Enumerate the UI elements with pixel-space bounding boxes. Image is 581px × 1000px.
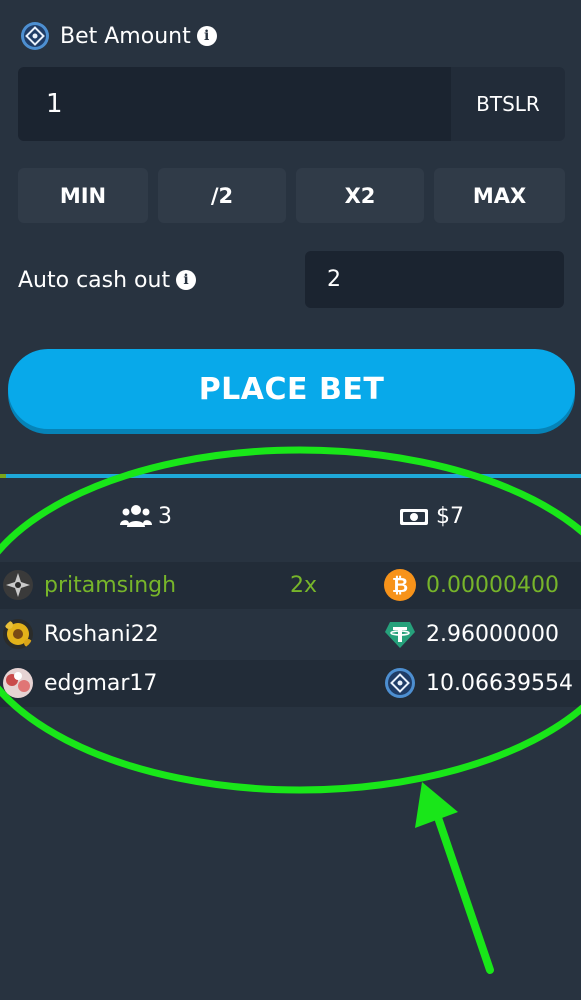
- avatar: [3, 668, 33, 698]
- btslr-icon: [385, 668, 415, 698]
- bet-amount-label-row: Bet Amount i: [20, 20, 217, 52]
- bet-row: edgmar17 10.06639554: [0, 660, 581, 707]
- max-button[interactable]: MAX: [434, 168, 565, 223]
- highlight-annotation: [0, 446, 581, 974]
- progress-divider: [6, 474, 581, 478]
- players-count-stat: 3: [120, 498, 172, 534]
- player-name: Roshani22: [44, 622, 159, 647]
- player-name: pritamsingh: [44, 573, 177, 598]
- min-button[interactable]: MIN: [18, 168, 148, 223]
- bet-amount-field: BTSLR: [18, 67, 565, 141]
- total-bet-stat: $7: [398, 498, 464, 534]
- users-icon: [120, 505, 152, 527]
- bet-amount: 2.96000000: [426, 622, 559, 647]
- auto-cash-out-label: Auto cash out: [18, 267, 171, 293]
- auto-cash-out-label-row: Auto cash out i: [18, 262, 197, 298]
- double-button[interactable]: X2: [296, 168, 424, 223]
- players-count: 3: [158, 503, 172, 529]
- bet-amount: 0.00000400: [426, 573, 559, 598]
- auto-cash-out-field: x: [305, 251, 564, 308]
- bitcoin-icon: ₿: [384, 569, 416, 601]
- half-button[interactable]: /2: [158, 168, 286, 223]
- avatar: [3, 619, 33, 649]
- place-bet-button[interactable]: PLACE BET: [8, 349, 575, 429]
- player-name: edgmar17: [44, 671, 158, 696]
- info-icon[interactable]: i: [176, 270, 197, 290]
- avatar: [3, 570, 33, 600]
- btslr-coin-icon: [21, 22, 49, 50]
- cashout-multiplier: 2x: [290, 573, 318, 598]
- annotation-arrow-head: [415, 782, 458, 828]
- bet-row: Roshani22 2.96000000: [0, 611, 581, 658]
- bet-row: pritamsingh 2x ₿ 0.00000400: [0, 562, 581, 609]
- bet-amount-input[interactable]: [18, 67, 451, 141]
- total-bet-amount: $7: [436, 503, 464, 529]
- tether-icon: [385, 622, 415, 648]
- annotation-arrow-line: [428, 796, 494, 974]
- money-icon: [400, 509, 428, 525]
- bet-currency-label: BTSLR: [451, 67, 565, 141]
- bet-amount: 10.06639554: [426, 671, 573, 696]
- auto-cash-out-input[interactable]: [305, 251, 564, 308]
- svg-text:₿: ₿: [392, 573, 408, 597]
- bet-amount-label: Bet Amount: [60, 23, 191, 49]
- info-icon[interactable]: i: [196, 26, 217, 46]
